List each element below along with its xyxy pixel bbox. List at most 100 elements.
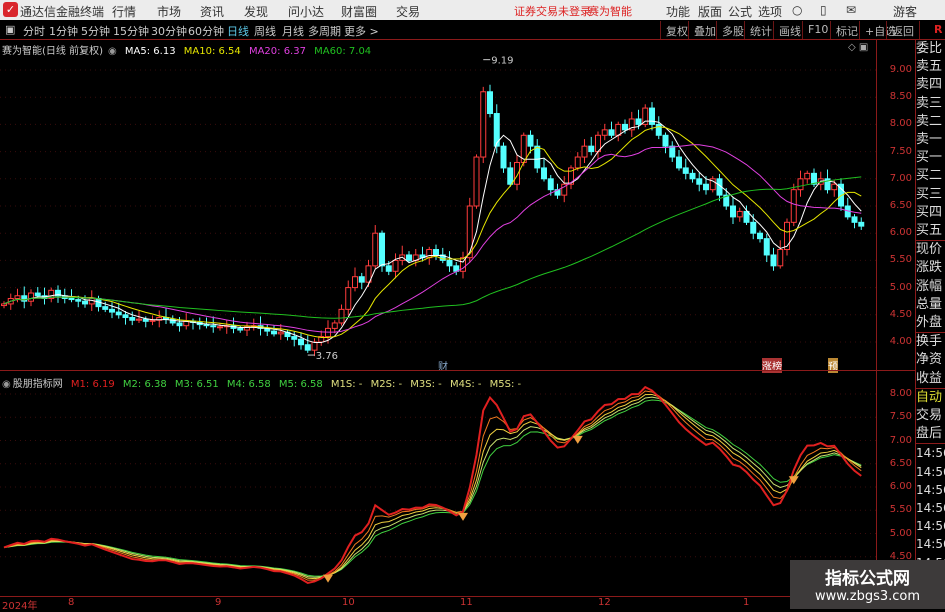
panel-item: 买二 xyxy=(916,168,943,184)
candle-body xyxy=(115,311,122,316)
candle-body xyxy=(669,145,676,158)
candle-body xyxy=(703,183,709,191)
candle-body xyxy=(635,118,642,125)
candle-body xyxy=(291,336,298,340)
pane-divider[interactable] xyxy=(0,370,916,371)
candle-body xyxy=(851,216,858,223)
buy-signal-icon xyxy=(458,512,468,521)
price-tick: 9.00 xyxy=(889,64,912,75)
indicator-tick: 7.50 xyxy=(889,411,912,423)
panel-item: 现价 xyxy=(916,240,945,259)
m5-value: M5: 6.58 xyxy=(278,379,323,390)
price-tick: 6.00 xyxy=(889,227,912,239)
candle-body xyxy=(730,205,736,218)
candle-body xyxy=(588,145,595,153)
candle-body xyxy=(662,134,669,147)
panel-item: 14:56 xyxy=(916,537,945,552)
candle-body xyxy=(149,319,156,322)
candle-body xyxy=(237,327,244,331)
candle-body xyxy=(790,189,797,223)
watermark: 指标公式网 www.zbgs3.com xyxy=(790,560,945,609)
candle-body xyxy=(358,276,365,283)
m3-value: M3: 6.51 xyxy=(174,379,219,390)
indicator-legend: ◉ 股朋指标网 M1: 6.19 M2: 6.38 M3: 6.51 M4: 6.… xyxy=(2,375,526,390)
candle-body xyxy=(311,341,318,351)
indicator-title: 股朋指标网 xyxy=(12,379,63,390)
candle-body xyxy=(203,324,210,327)
x-label-sep: 9 xyxy=(215,597,222,608)
low-price-label: 3.76 xyxy=(316,351,338,362)
x-label-year: 2024年 xyxy=(2,601,38,612)
price-tick: 5.00 xyxy=(889,281,912,293)
quote-panel: 委比 卖五 卖四 卖三 卖二 卖一 买一 买二 买三 买四 买五 现价 涨跌 涨幅 总量 外盘 换手 净资 收益 自动… xyxy=(916,40,945,609)
ma10-line xyxy=(3,126,862,338)
price-tick: 4.50 xyxy=(889,308,912,320)
price-tick: 7.00 xyxy=(889,172,912,184)
indicator-tick: 8.00 xyxy=(889,388,912,399)
candle-body xyxy=(487,91,493,115)
price-tick: 8.00 xyxy=(889,118,912,130)
candle-body xyxy=(68,297,75,301)
ma5-line xyxy=(3,120,862,344)
candle-body xyxy=(385,265,392,272)
r-indicator: R xyxy=(934,23,943,36)
panel-item: 14:56 xyxy=(916,519,945,534)
candle-body xyxy=(696,178,703,185)
m3-line xyxy=(3,393,862,580)
ma20-line xyxy=(3,144,862,333)
candle-body xyxy=(541,167,547,180)
candle-body xyxy=(217,326,223,329)
m4-line xyxy=(3,396,862,578)
indicator-tick: 6.50 xyxy=(889,457,912,469)
candle-body xyxy=(109,308,115,313)
panel-item: 14:56 xyxy=(916,501,945,516)
panel-item: 买四 xyxy=(916,204,943,220)
indicator-tick: 5.00 xyxy=(889,527,912,539)
price-tick: 6.50 xyxy=(889,200,912,211)
panel-item: 涨跌 xyxy=(916,260,943,276)
candle-body xyxy=(547,178,554,191)
candle-body xyxy=(379,232,385,267)
back-button[interactable]: 返回 xyxy=(886,21,920,39)
m4-value: M4: 6.58 xyxy=(226,379,271,390)
panel-item: 总量 xyxy=(916,296,943,312)
buy-signal-icon xyxy=(572,435,583,444)
x-label-dec: 12 xyxy=(598,597,611,608)
panel-item: 收益 xyxy=(916,370,943,386)
candle-body xyxy=(655,123,662,136)
m1s-value: M1S: - xyxy=(330,379,363,390)
candle-body xyxy=(210,325,217,328)
x-label-jan: 1 xyxy=(743,597,750,608)
price-tick: 4.00 xyxy=(889,336,912,347)
settings-icon[interactable]: ◉ xyxy=(2,379,11,390)
candle-body xyxy=(122,314,129,319)
m5-line xyxy=(3,399,862,577)
candle-body xyxy=(601,129,608,136)
candle-body xyxy=(102,306,109,310)
user-label[interactable]: 游客 xyxy=(893,3,917,20)
panel-item: 交易 xyxy=(916,408,943,424)
price-tick: 8.50 xyxy=(889,91,912,103)
panel-item: 买一 xyxy=(916,150,943,166)
panel-item: 卖二 xyxy=(916,113,943,129)
panel-item: 14:56 xyxy=(916,443,945,462)
m2-line xyxy=(3,390,862,581)
indicator-tick: 7.00 xyxy=(889,434,912,446)
candle-body xyxy=(82,300,88,305)
price-chart[interactable]: 9.19 3.76 xyxy=(0,0,876,596)
candle-body xyxy=(736,210,743,218)
panel-item: 卖四 xyxy=(916,77,943,93)
panel-item: 卖五 xyxy=(916,59,943,75)
candle-body xyxy=(804,172,811,180)
candle-body xyxy=(763,238,770,256)
panel-item: 卖三 xyxy=(916,95,943,111)
candle-body xyxy=(75,299,82,302)
candle-body xyxy=(466,205,473,259)
candle-body xyxy=(298,338,304,346)
candle-body xyxy=(676,156,682,169)
indicator-tick: 5.50 xyxy=(889,504,912,516)
panel-item: 自动 xyxy=(916,387,945,407)
candle-body xyxy=(480,91,487,158)
candle-body xyxy=(500,145,507,169)
panel-item: 外盘 xyxy=(916,315,943,331)
